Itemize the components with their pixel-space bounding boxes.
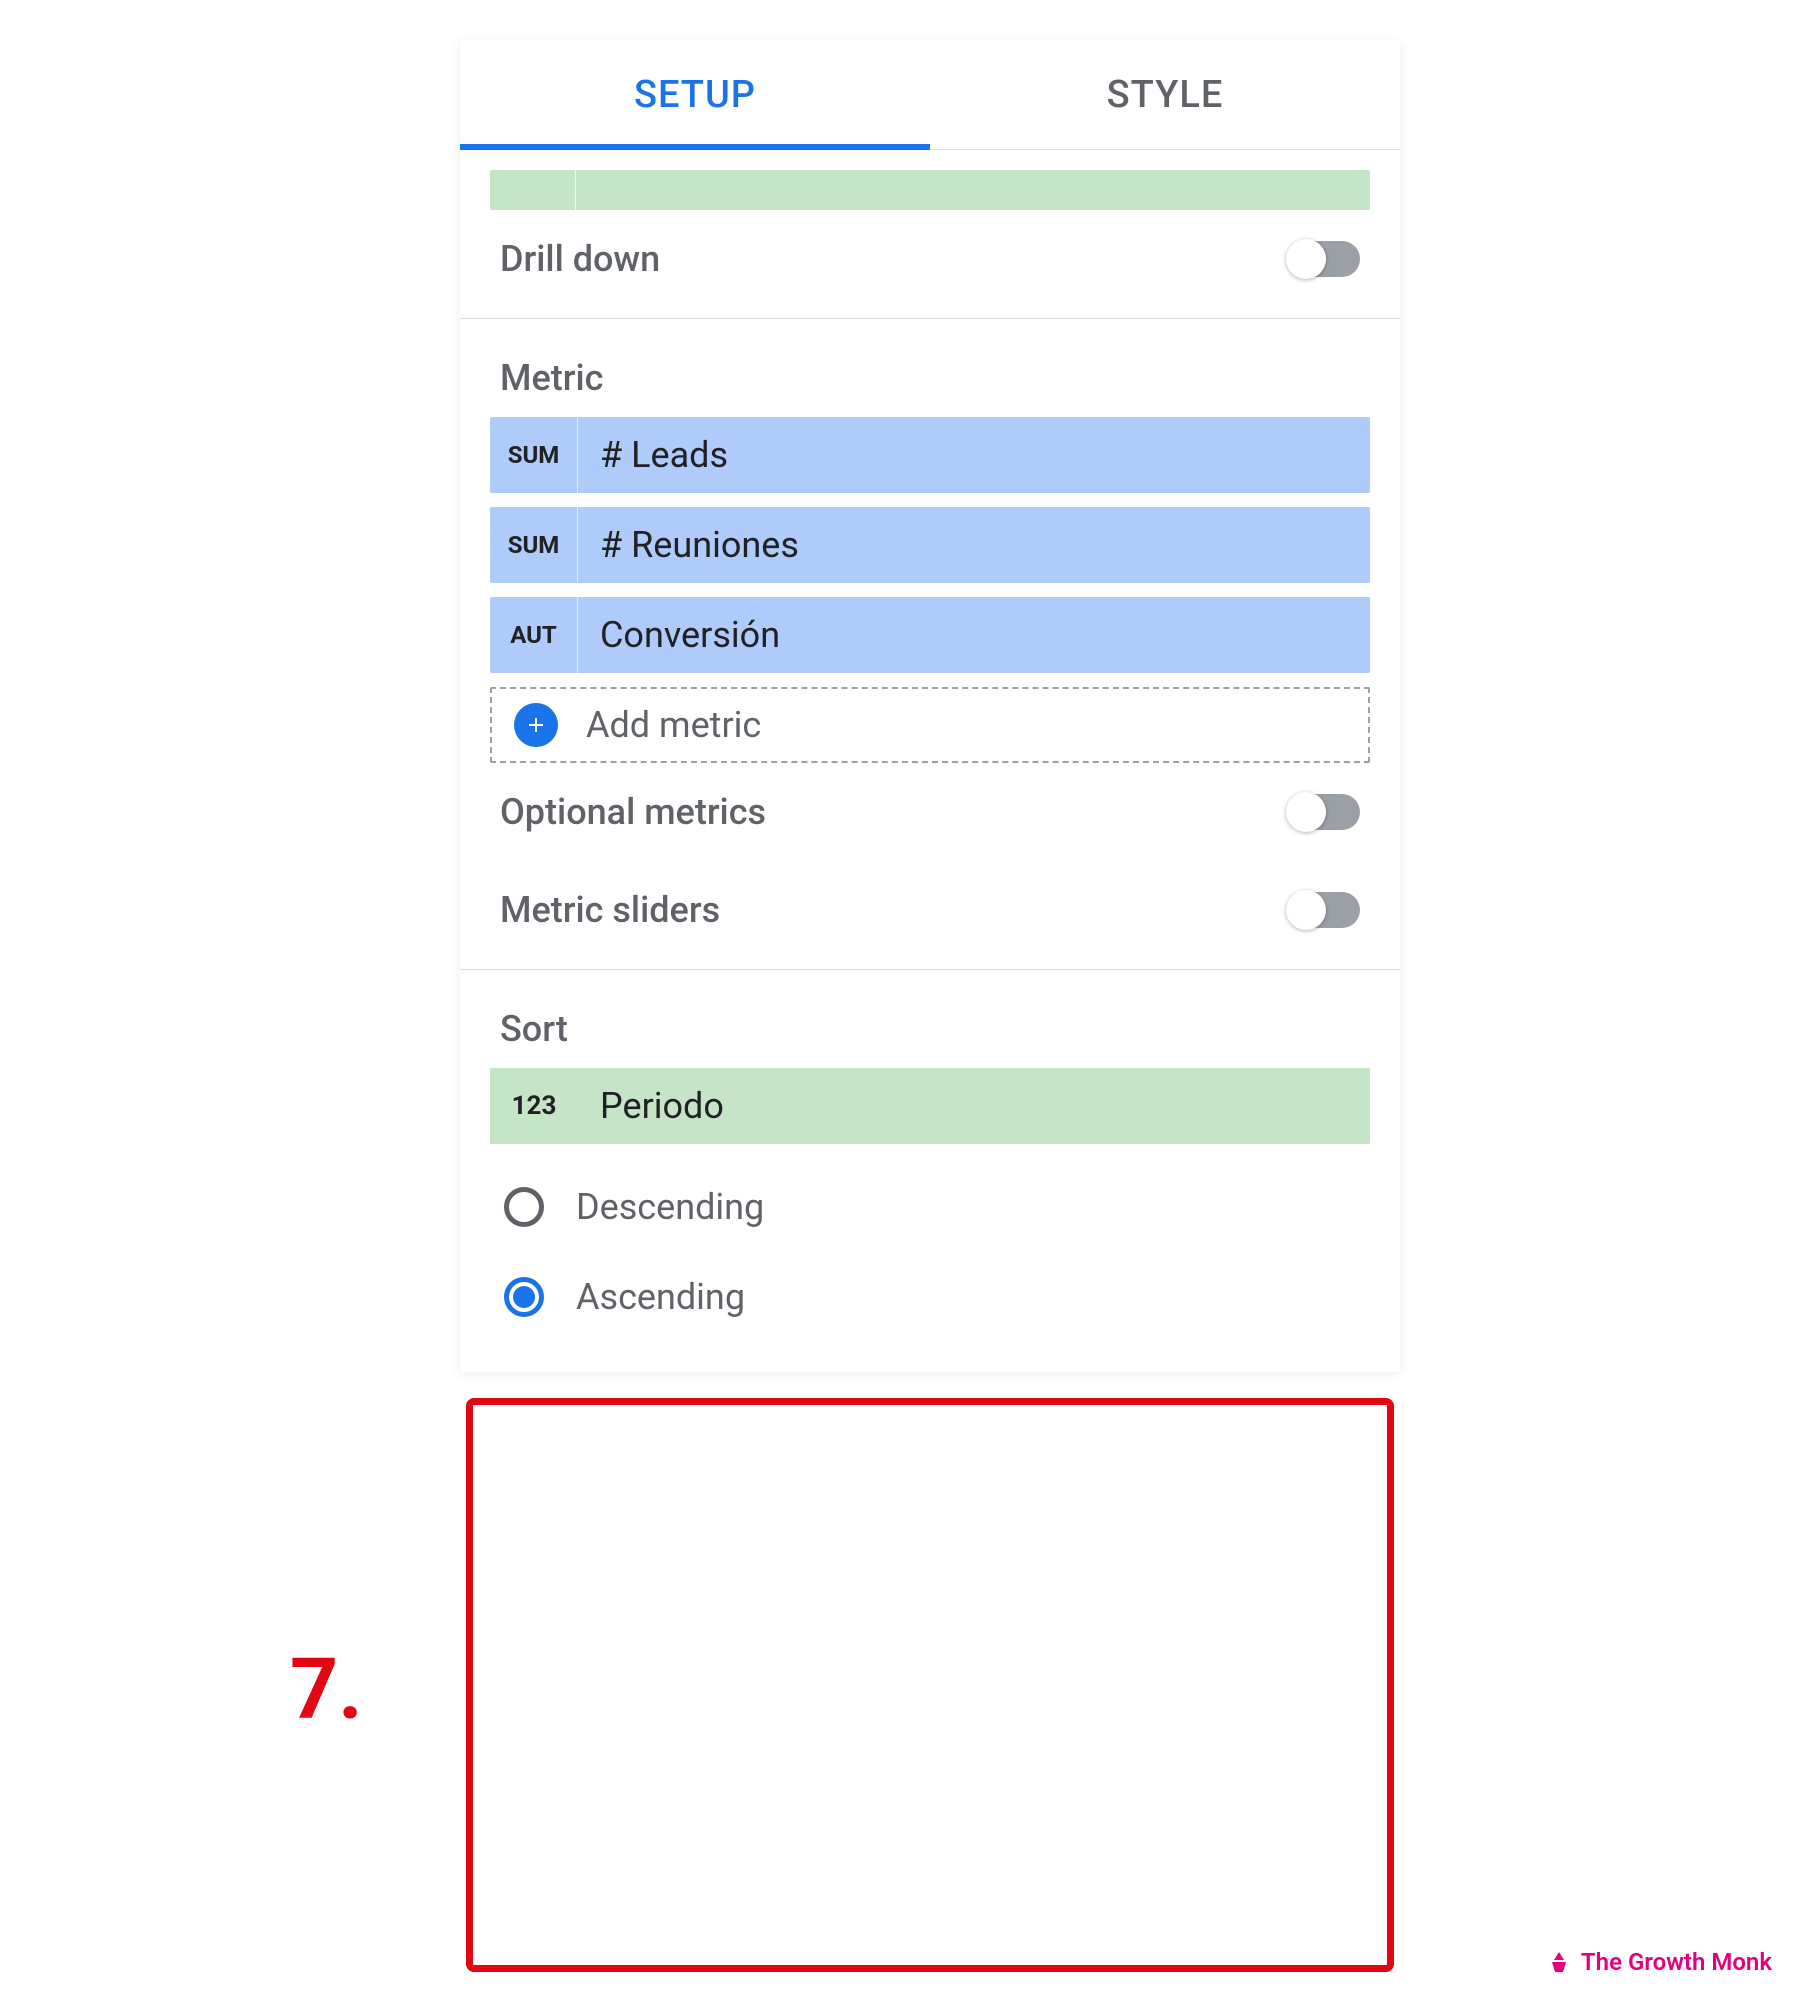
dimension-type-icon — [490, 170, 576, 210]
divider — [460, 969, 1400, 970]
tab-bar: SETUP STYLE — [460, 40, 1400, 150]
setup-panel: SETUP STYLE Drill down Metric SUM # Lead… — [460, 40, 1400, 1372]
sort-descending-radio[interactable]: Descending — [460, 1162, 1400, 1252]
add-metric-button[interactable]: Add metric — [490, 687, 1370, 763]
toggle-knob — [1286, 239, 1326, 279]
watermark: The Growth Monk — [1547, 1948, 1772, 1976]
radio-checked-icon — [504, 1277, 544, 1317]
radio-label: Ascending — [544, 1276, 745, 1318]
metric-chip-reuniones[interactable]: SUM # Reuniones — [490, 507, 1370, 583]
metric-chip-conversion[interactable]: AUT Conversión — [490, 597, 1370, 673]
toggle-knob — [1286, 890, 1326, 930]
aggregation-badge: SUM — [490, 507, 578, 583]
aggregation-badge: AUT — [490, 597, 578, 673]
optional-metrics-label: Optional metrics — [500, 791, 766, 833]
sort-field-label: Periodo — [578, 1085, 724, 1127]
field-type-icon: 123 — [490, 1068, 578, 1144]
sort-section-title: Sort — [460, 980, 1400, 1068]
tab-style[interactable]: STYLE — [930, 40, 1400, 149]
metric-sliders-toggle[interactable] — [1288, 892, 1360, 928]
metric-label: Conversión — [578, 614, 780, 656]
watermark-icon — [1547, 1950, 1571, 1974]
sort-field-chip[interactable]: 123 Periodo — [490, 1068, 1370, 1144]
metric-label: # Leads — [578, 434, 728, 476]
metric-sliders-row: Metric sliders — [460, 861, 1400, 959]
tab-setup[interactable]: SETUP — [460, 40, 930, 149]
radio-unchecked-icon — [504, 1187, 544, 1227]
metric-label: # Reuniones — [578, 524, 799, 566]
plus-icon — [514, 703, 558, 747]
panel-content: Drill down Metric SUM # Leads SUM # Reun… — [460, 170, 1400, 1372]
tutorial-highlight-box — [466, 1398, 1394, 1972]
watermark-text: The Growth Monk — [1581, 1948, 1772, 1976]
tutorial-step-number: 7. — [290, 1640, 363, 1739]
metric-chip-leads[interactable]: SUM # Leads — [490, 417, 1370, 493]
divider — [460, 318, 1400, 319]
drill-down-row: Drill down — [460, 210, 1400, 308]
metric-section-title: Metric — [460, 329, 1400, 417]
toggle-knob — [1286, 792, 1326, 832]
sort-ascending-radio[interactable]: Ascending — [460, 1252, 1400, 1342]
radio-label: Descending — [544, 1186, 764, 1228]
optional-metrics-row: Optional metrics — [460, 763, 1400, 861]
drill-down-label: Drill down — [500, 238, 660, 280]
drill-down-toggle[interactable] — [1288, 241, 1360, 277]
aggregation-badge: SUM — [490, 417, 578, 493]
metric-sliders-label: Metric sliders — [500, 889, 720, 931]
dimension-chip-partial[interactable] — [490, 170, 1370, 210]
optional-metrics-toggle[interactable] — [1288, 794, 1360, 830]
add-metric-label: Add metric — [558, 704, 761, 746]
